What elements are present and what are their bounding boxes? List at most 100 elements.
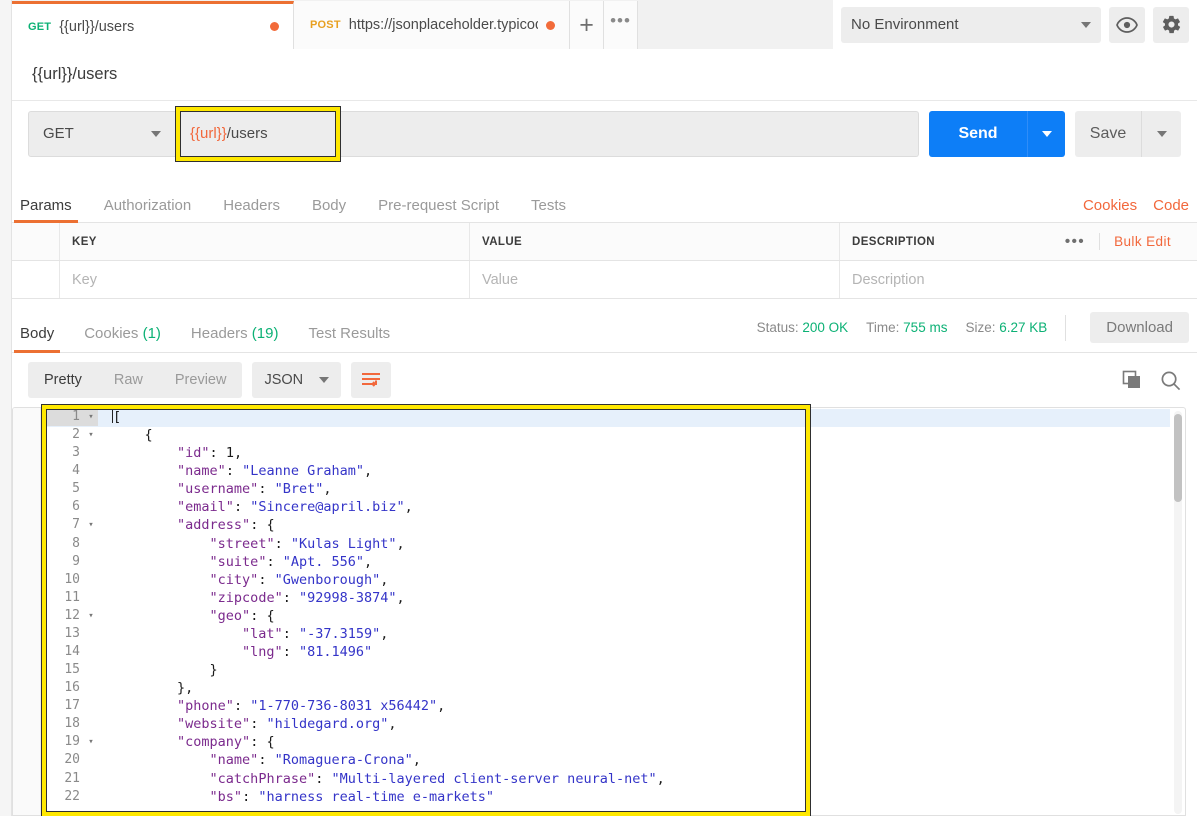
response-tab-test-results[interactable]: Test Results <box>308 325 390 352</box>
tab-tests[interactable]: Tests <box>531 197 566 222</box>
word-wrap-button[interactable] <box>351 362 391 398</box>
request-tab-1-unsaved-dot <box>270 22 279 31</box>
params-more-button[interactable]: ••• <box>1051 233 1100 250</box>
cookies-link[interactable]: Cookies <box>1083 197 1137 214</box>
request-section-tabs: Params Authorization Headers Body Pre-re… <box>12 186 1197 223</box>
fold-toggle-icon[interactable]: ▾ <box>84 733 98 751</box>
code-line: 11 "zipcode": "92998-3874", <box>42 589 665 607</box>
tab-body[interactable]: Body <box>312 197 346 222</box>
response-tab-headers-label: Headers <box>191 325 248 342</box>
url-row: GET {{url}}/users Send Save <box>12 101 1197 166</box>
tab-authorization[interactable]: Authorization <box>104 197 192 222</box>
search-icon <box>1160 370 1181 391</box>
line-number: 22 <box>42 788 84 806</box>
code-line-text: "address": { <box>98 516 275 534</box>
view-pretty-button[interactable]: Pretty <box>28 372 98 388</box>
code-line: 14 "lng": "81.1496" <box>42 643 665 661</box>
code-line-text: "lat": "-37.3159", <box>98 625 388 643</box>
copy-button[interactable] <box>1122 370 1142 390</box>
response-format-selector[interactable]: JSON <box>252 362 341 398</box>
code-line-text: "phone": "1-770-736-8031 x56442", <box>98 697 445 715</box>
params-description-input[interactable]: Description <box>840 261 1197 298</box>
send-button[interactable]: Send <box>929 111 1027 157</box>
line-number: 14 <box>42 643 84 661</box>
view-raw-button[interactable]: Raw <box>98 372 159 388</box>
chevron-down-icon <box>319 377 329 383</box>
save-button[interactable]: Save <box>1075 111 1141 157</box>
chevron-down-icon <box>1157 131 1167 137</box>
response-scrollbar-thumb[interactable] <box>1174 414 1182 502</box>
code-line: 21 "catchPhrase": "Multi-layered client-… <box>42 770 665 788</box>
left-rail <box>0 0 12 816</box>
view-preview-button[interactable]: Preview <box>159 372 243 388</box>
line-number: 2 <box>42 426 84 444</box>
code-line: 19▾ "company": { <box>42 733 665 751</box>
params-table-row[interactable]: Key Value Description <box>12 261 1197 299</box>
line-number: 7 <box>42 516 84 534</box>
new-tab-button[interactable]: + <box>570 1 604 49</box>
params-value-input[interactable]: Value <box>470 261 840 298</box>
fold-toggle-icon[interactable]: ▾ <box>84 426 98 444</box>
response-tab-test-results-label: Test Results <box>308 325 390 342</box>
gear-icon <box>1161 14 1182 35</box>
tab-params[interactable]: Params <box>20 197 72 222</box>
download-button[interactable]: Download <box>1090 312 1189 343</box>
response-format-label: JSON <box>264 372 303 388</box>
editor-gutter <box>13 408 41 815</box>
request-tab-2[interactable]: POST https://jsonplaceholder.typicod <box>294 1 570 49</box>
status-label: Status: <box>757 320 799 335</box>
params-row-checkbox-cell[interactable] <box>12 261 60 298</box>
code-line-text: { <box>98 426 153 444</box>
chevron-down-icon <box>151 131 161 137</box>
save-button-group: Save <box>1075 111 1181 157</box>
tab-more-button[interactable]: ••• <box>604 1 638 49</box>
response-tab-bar: Body Cookies (1) Headers (19) Test Resul… <box>12 301 1197 353</box>
fold-toggle-icon[interactable]: ▾ <box>84 516 98 534</box>
fold-toggle-icon[interactable]: ▾ <box>84 408 98 426</box>
send-options-button[interactable] <box>1027 111 1065 157</box>
code-line: 10 "city": "Gwenborough", <box>42 571 665 589</box>
response-json-code: 1▾[2▾ {3 "id": 1,4 "name": "Leanne Graha… <box>42 408 665 806</box>
tab-headers[interactable]: Headers <box>223 197 280 222</box>
tab-pre-request-script[interactable]: Pre-request Script <box>378 197 499 222</box>
code-line-text: } <box>98 661 218 679</box>
line-number: 3 <box>42 444 84 462</box>
code-line-text: "geo": { <box>98 607 275 625</box>
fold-toggle-icon[interactable]: ▾ <box>84 607 98 625</box>
response-tab-body[interactable]: Body <box>20 325 54 352</box>
url-input[interactable]: {{url}}/users <box>176 111 919 157</box>
code-line-text: "lng": "81.1496" <box>98 643 372 661</box>
code-line-text: "street": "Kulas Light", <box>98 535 405 553</box>
params-header-actions: ••• Bulk Edit <box>1051 233 1185 250</box>
http-method-selector[interactable]: GET <box>28 111 176 157</box>
response-tab-headers[interactable]: Headers (19) <box>191 325 279 352</box>
time-stat: Time: 755 ms <box>866 320 947 335</box>
search-button[interactable] <box>1160 370 1181 391</box>
tabbar-filler <box>638 1 833 49</box>
bulk-edit-button[interactable]: Bulk Edit <box>1100 234 1185 249</box>
params-key-input[interactable]: Key <box>60 261 470 298</box>
response-body-viewer[interactable]: 1▾[2▾ {3 "id": 1,4 "name": "Leanne Graha… <box>12 407 1186 816</box>
response-tab-cookies[interactable]: Cookies (1) <box>84 325 161 352</box>
size-value: 6.27 KB <box>999 320 1047 335</box>
response-stats: Status: 200 OK Time: 755 ms Size: 6.27 K… <box>757 312 1197 352</box>
params-header-checkbox-cell <box>12 223 60 260</box>
environment-quick-look-button[interactable] <box>1109 7 1145 43</box>
request-tab-1[interactable]: GET {{url}}/users <box>12 1 294 49</box>
size-stat: Size: 6.27 KB <box>965 320 1047 335</box>
code-line: 4 "name": "Leanne Graham", <box>42 462 665 480</box>
code-line-text: "email": "Sincere@april.biz", <box>98 498 413 516</box>
line-number: 8 <box>42 535 84 553</box>
environment-selector[interactable]: No Environment <box>841 7 1101 43</box>
code-link[interactable]: Code <box>1153 197 1189 214</box>
line-number: 12 <box>42 607 84 625</box>
params-header-key: KEY <box>60 223 470 260</box>
code-line: 9 "suite": "Apt. 556", <box>42 553 665 571</box>
url-path-token: /users <box>227 125 268 142</box>
save-options-button[interactable] <box>1141 111 1181 157</box>
eye-icon <box>1116 17 1138 33</box>
line-number: 19 <box>42 733 84 751</box>
code-line-text: "id": 1, <box>98 444 242 462</box>
code-line: 1▾[ <box>42 408 665 426</box>
settings-button[interactable] <box>1153 7 1189 43</box>
